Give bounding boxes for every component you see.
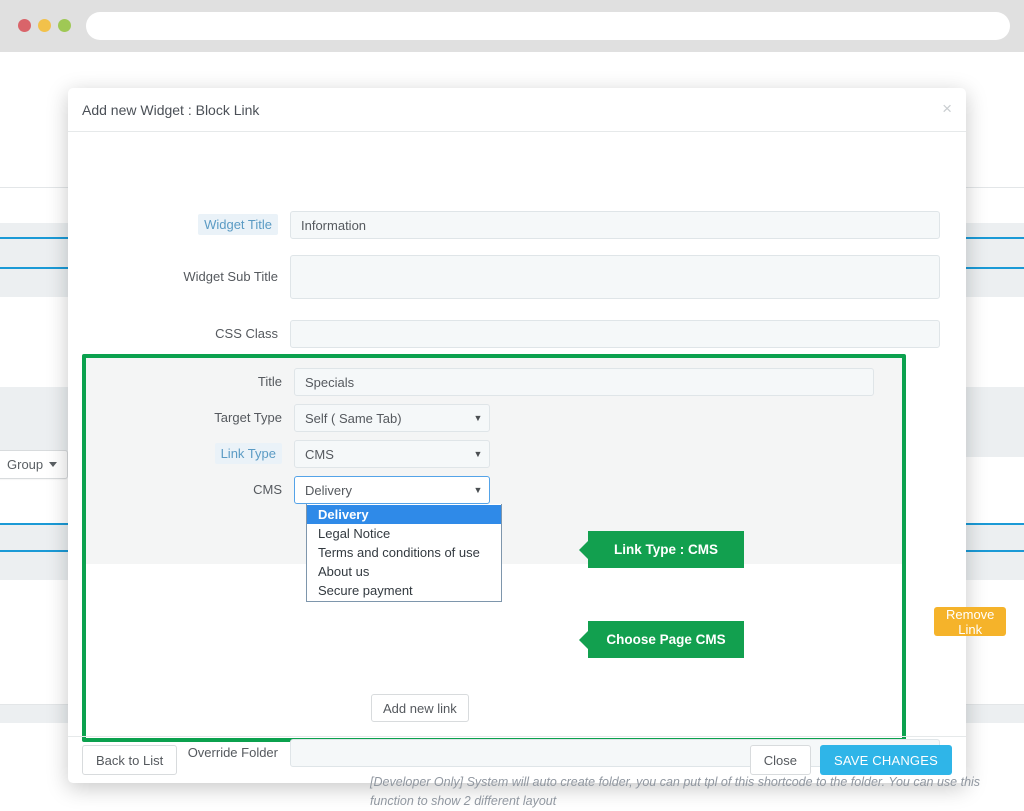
add-widget-modal: Add new Widget : Block Link × Widget Tit…	[68, 88, 1007, 808]
label-link-title: Title	[257, 374, 282, 389]
back-to-list-button[interactable]: Back to List	[82, 745, 178, 775]
close-icon[interactable]: ×	[942, 100, 952, 117]
field-row-link-type: Link Type ▼	[86, 440, 490, 468]
save-changes-button[interactable]: SAVE CHANGES	[819, 745, 952, 775]
cms-option[interactable]: Secure payment	[307, 581, 501, 600]
field-row-target-type: Target Type ▼	[86, 404, 490, 432]
window-minimize-icon[interactable]	[38, 19, 51, 32]
link-type-select[interactable]	[294, 440, 490, 468]
field-row-css-class: CSS Class	[68, 320, 940, 348]
label-link-type: Link Type	[86, 440, 294, 468]
widget-title-input[interactable]	[290, 211, 940, 239]
callout-link-type: Link Type : CMS	[588, 531, 744, 568]
remove-link-button[interactable]: Remove Link	[934, 607, 1007, 637]
close-button[interactable]: Close	[749, 745, 811, 775]
cms-option[interactable]: About us	[307, 562, 501, 581]
field-row-widget-sub-title: Widget Sub Title	[68, 255, 940, 299]
cms-option[interactable]: Delivery	[307, 505, 501, 524]
cms-select[interactable]	[294, 476, 490, 504]
modal-title: Add new Widget : Block Link	[82, 101, 260, 118]
field-row-widget-title: Widget Title	[68, 211, 940, 239]
cms-option[interactable]: Terms and conditions of use	[307, 543, 501, 562]
window-close-icon[interactable]	[18, 19, 31, 32]
field-row-cms: CMS ▼	[86, 476, 490, 504]
cms-option[interactable]: Legal Notice	[307, 524, 501, 543]
browser-chrome	[0, 0, 1024, 52]
group-dropdown-button[interactable]: Group	[0, 450, 69, 479]
callout-choose-page-cms: Choose Page CMS	[588, 621, 744, 658]
label-cms: CMS	[253, 482, 282, 497]
css-class-input[interactable]	[290, 320, 940, 348]
cms-select-wrap: ▼	[294, 476, 490, 504]
link-type-select-wrap: ▼	[294, 440, 490, 468]
label-css-class: CSS Class	[215, 326, 278, 341]
modal-header: Add new Widget : Block Link ×	[68, 88, 966, 132]
window-traffic-lights	[18, 19, 71, 32]
cms-dropdown-list[interactable]: Delivery Legal Notice Terms and conditio…	[306, 504, 502, 602]
link-settings-block: Title Target Type ▼ Link Type ▼	[82, 354, 906, 742]
target-type-select-wrap: ▼	[294, 404, 490, 432]
add-new-link-button[interactable]: Add new link	[371, 694, 469, 722]
target-type-select[interactable]	[294, 404, 490, 432]
footer-actions: Close SAVE CHANGES	[749, 745, 952, 775]
field-row-link-title: Title	[86, 368, 874, 396]
label-target-type: Target Type	[214, 410, 282, 425]
window-maximize-icon[interactable]	[58, 19, 71, 32]
modal-footer: Back to List Close SAVE CHANGES	[68, 736, 966, 783]
link-title-input[interactable]	[294, 368, 874, 396]
caret-down-icon	[49, 462, 58, 467]
group-dropdown-label: Group	[7, 457, 44, 472]
address-bar-input[interactable]	[86, 12, 1010, 40]
label-widget-title: Widget Title	[68, 211, 290, 239]
label-widget-sub-title: Widget Sub Title	[183, 269, 278, 284]
widget-sub-title-input[interactable]	[290, 255, 940, 299]
modal-body: Widget Title Widget Sub Title CSS Class …	[68, 132, 1007, 808]
